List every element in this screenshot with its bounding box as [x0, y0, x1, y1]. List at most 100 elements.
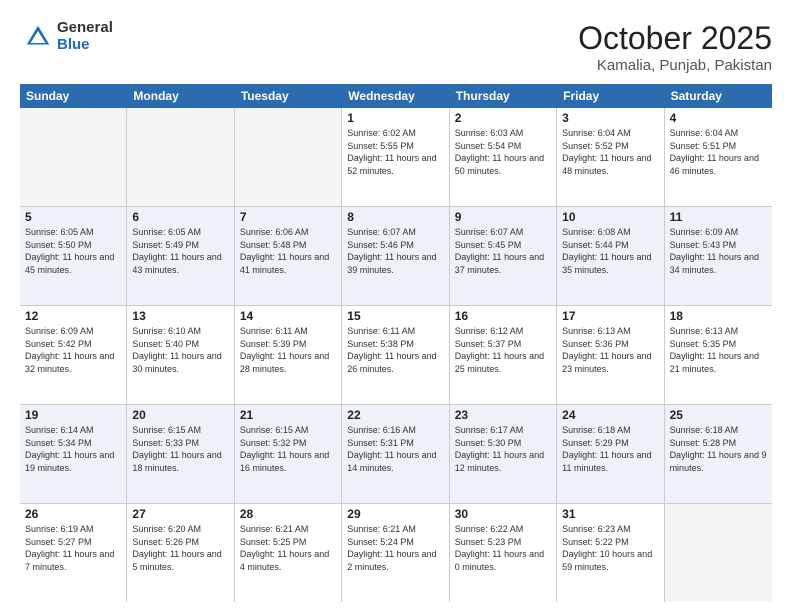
- header-cell-tuesday: Tuesday: [235, 84, 342, 108]
- day-info: Sunrise: 6:18 AM Sunset: 5:28 PM Dayligh…: [670, 424, 767, 474]
- day-number: 8: [347, 210, 443, 224]
- calendar-row-4: 19 Sunrise: 6:14 AM Sunset: 5:34 PM Dayli…: [20, 405, 772, 504]
- day-number: 29: [347, 507, 443, 521]
- day-cell-2: 2 Sunrise: 6:03 AM Sunset: 5:54 PM Daylig…: [450, 108, 557, 206]
- day-info: Sunrise: 6:07 AM Sunset: 5:45 PM Dayligh…: [455, 226, 551, 276]
- day-number: 18: [670, 309, 767, 323]
- day-info: Sunrise: 6:21 AM Sunset: 5:25 PM Dayligh…: [240, 523, 336, 573]
- day-number: 15: [347, 309, 443, 323]
- day-number: 31: [562, 507, 658, 521]
- day-number: 23: [455, 408, 551, 422]
- calendar-row-1: 1 Sunrise: 6:02 AM Sunset: 5:55 PM Daylig…: [20, 108, 772, 207]
- title-section: October 2025 Kamalia, Punjab, Pakistan: [578, 20, 772, 74]
- day-number: 26: [25, 507, 121, 521]
- day-number: 25: [670, 408, 767, 422]
- day-info: Sunrise: 6:22 AM Sunset: 5:23 PM Dayligh…: [455, 523, 551, 573]
- empty-cell: [127, 108, 234, 206]
- day-cell-24: 24Sunrise: 6:18 AM Sunset: 5:29 PM Dayli…: [557, 405, 664, 503]
- day-number: 16: [455, 309, 551, 323]
- day-number: 28: [240, 507, 336, 521]
- header-cell-monday: Monday: [127, 84, 234, 108]
- day-number: 5: [25, 210, 121, 224]
- day-cell-25: 25 Sunrise: 6:18 AM Sunset: 5:28 PM Dayli…: [665, 405, 772, 503]
- day-cell-18: 18Sunrise: 6:13 AM Sunset: 5:35 PM Dayli…: [665, 306, 772, 404]
- day-cell-20: 20 Sunrise: 6:15 AM Sunset: 5:33 PM Dayli…: [127, 405, 234, 503]
- day-info: Sunrise: 6:18 AM Sunset: 5:29 PM Dayligh…: [562, 424, 658, 474]
- day-number: 9: [455, 210, 551, 224]
- day-info: Sunrise: 6:02 AM Sunset: 5:55 PM Dayligh…: [347, 127, 443, 177]
- day-info: Sunrise: 6:03 AM Sunset: 5:54 PM Dayligh…: [455, 127, 551, 177]
- day-info: Sunrise: 6:08 AM Sunset: 5:44 PM Dayligh…: [562, 226, 658, 276]
- empty-cell: [665, 504, 772, 602]
- day-info: Sunrise: 6:15 AM Sunset: 5:32 PM Dayligh…: [240, 424, 336, 474]
- day-number: 14: [240, 309, 336, 323]
- day-cell-31: 31 Sunrise: 6:23 AM Sunset: 5:22 PM Dayli…: [557, 504, 664, 602]
- day-info: Sunrise: 6:05 AM Sunset: 5:49 PM Dayligh…: [132, 226, 228, 276]
- day-cell-5: 5 Sunrise: 6:05 AM Sunset: 5:50 PM Daylig…: [20, 207, 127, 305]
- day-cell-4: 4 Sunrise: 6:04 AM Sunset: 5:51 PM Daylig…: [665, 108, 772, 206]
- calendar-body: 1 Sunrise: 6:02 AM Sunset: 5:55 PM Daylig…: [20, 108, 772, 602]
- day-cell-11: 11 Sunrise: 6:09 AM Sunset: 5:43 PM Dayli…: [665, 207, 772, 305]
- day-number: 10: [562, 210, 658, 224]
- day-cell-6: 6 Sunrise: 6:05 AM Sunset: 5:49 PM Daylig…: [127, 207, 234, 305]
- day-info: Sunrise: 6:23 AM Sunset: 5:22 PM Dayligh…: [562, 523, 658, 573]
- day-info: Sunrise: 6:19 AM Sunset: 5:27 PM Dayligh…: [25, 523, 121, 573]
- day-info: Sunrise: 6:04 AM Sunset: 5:51 PM Dayligh…: [670, 127, 767, 177]
- header-cell-wednesday: Wednesday: [342, 84, 449, 108]
- day-number: 22: [347, 408, 443, 422]
- calendar: SundayMondayTuesdayWednesdayThursdayFrid…: [20, 84, 772, 602]
- calendar-row-3: 12 Sunrise: 6:09 AM Sunset: 5:42 PM Dayli…: [20, 306, 772, 405]
- day-cell-14: 14 Sunrise: 6:11 AM Sunset: 5:39 PM Dayli…: [235, 306, 342, 404]
- day-info: Sunrise: 6:13 AM Sunset: 5:36 PM Dayligh…: [562, 325, 658, 375]
- day-info: Sunrise: 6:05 AM Sunset: 5:50 PM Dayligh…: [25, 226, 121, 276]
- day-info: Sunrise: 6:17 AM Sunset: 5:30 PM Dayligh…: [455, 424, 551, 474]
- day-number: 6: [132, 210, 228, 224]
- day-number: 20: [132, 408, 228, 422]
- day-info: Sunrise: 6:20 AM Sunset: 5:26 PM Dayligh…: [132, 523, 228, 573]
- empty-cell: [235, 108, 342, 206]
- day-info: Sunrise: 6:15 AM Sunset: 5:33 PM Dayligh…: [132, 424, 228, 474]
- day-number: 17: [562, 309, 658, 323]
- day-number: 21: [240, 408, 336, 422]
- day-cell-26: 26 Sunrise: 6:19 AM Sunset: 5:27 PM Dayli…: [20, 504, 127, 602]
- day-info: Sunrise: 6:09 AM Sunset: 5:43 PM Dayligh…: [670, 226, 767, 276]
- day-cell-29: 29 Sunrise: 6:21 AM Sunset: 5:24 PM Dayli…: [342, 504, 449, 602]
- location-subtitle: Kamalia, Punjab, Pakistan: [578, 57, 772, 74]
- day-info: Sunrise: 6:09 AM Sunset: 5:42 PM Dayligh…: [25, 325, 121, 375]
- day-number: 7: [240, 210, 336, 224]
- logo-icon: [23, 22, 53, 52]
- day-info: Sunrise: 6:21 AM Sunset: 5:24 PM Dayligh…: [347, 523, 443, 573]
- day-cell-27: 27 Sunrise: 6:20 AM Sunset: 5:26 PM Dayli…: [127, 504, 234, 602]
- day-cell-21: 21 Sunrise: 6:15 AM Sunset: 5:32 PM Dayli…: [235, 405, 342, 503]
- day-number: 1: [347, 111, 443, 125]
- month-title: October 2025: [578, 20, 772, 57]
- day-info: Sunrise: 6:14 AM Sunset: 5:34 PM Dayligh…: [25, 424, 121, 474]
- day-number: 12: [25, 309, 121, 323]
- header-cell-thursday: Thursday: [450, 84, 557, 108]
- day-number: 4: [670, 111, 767, 125]
- day-cell-30: 30Sunrise: 6:22 AM Sunset: 5:23 PM Dayli…: [450, 504, 557, 602]
- day-cell-13: 13 Sunrise: 6:10 AM Sunset: 5:40 PM Dayli…: [127, 306, 234, 404]
- header-cell-saturday: Saturday: [665, 84, 772, 108]
- day-info: Sunrise: 6:11 AM Sunset: 5:39 PM Dayligh…: [240, 325, 336, 375]
- day-number: 11: [670, 210, 767, 224]
- header-cell-friday: Friday: [557, 84, 664, 108]
- day-cell-12: 12 Sunrise: 6:09 AM Sunset: 5:42 PM Dayli…: [20, 306, 127, 404]
- day-cell-22: 22 Sunrise: 6:16 AM Sunset: 5:31 PM Dayli…: [342, 405, 449, 503]
- day-cell-19: 19 Sunrise: 6:14 AM Sunset: 5:34 PM Dayli…: [20, 405, 127, 503]
- calendar-row-5: 26 Sunrise: 6:19 AM Sunset: 5:27 PM Dayli…: [20, 504, 772, 602]
- day-number: 19: [25, 408, 121, 422]
- day-number: 13: [132, 309, 228, 323]
- header-cell-sunday: Sunday: [20, 84, 127, 108]
- day-info: Sunrise: 6:04 AM Sunset: 5:52 PM Dayligh…: [562, 127, 658, 177]
- calendar-header: SundayMondayTuesdayWednesdayThursdayFrid…: [20, 84, 772, 108]
- page: General Blue October 2025 Kamalia, Punja…: [0, 0, 792, 612]
- calendar-row-2: 5 Sunrise: 6:05 AM Sunset: 5:50 PM Daylig…: [20, 207, 772, 306]
- day-cell-23: 23 Sunrise: 6:17 AM Sunset: 5:30 PM Dayli…: [450, 405, 557, 503]
- day-cell-15: 15Sunrise: 6:11 AM Sunset: 5:38 PM Dayli…: [342, 306, 449, 404]
- day-number: 27: [132, 507, 228, 521]
- day-info: Sunrise: 6:16 AM Sunset: 5:31 PM Dayligh…: [347, 424, 443, 474]
- day-number: 2: [455, 111, 551, 125]
- day-info: Sunrise: 6:10 AM Sunset: 5:40 PM Dayligh…: [132, 325, 228, 375]
- logo: General Blue: [20, 20, 113, 53]
